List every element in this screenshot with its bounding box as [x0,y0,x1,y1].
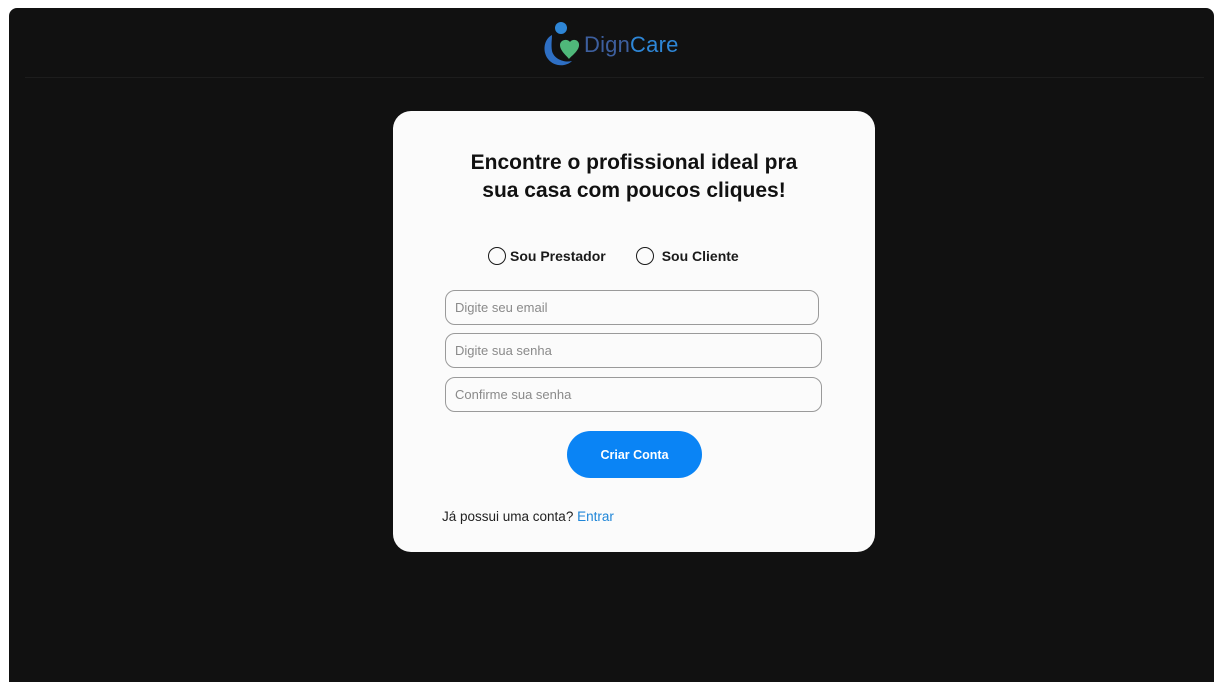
login-prompt-line: Já possui uma conta? Entrar [442,509,614,524]
role-label-cliente: Sou Cliente [661,248,739,264]
confirm-password-input[interactable] [445,377,822,412]
create-account-button[interactable]: Criar Conta [567,431,702,478]
header-divider [25,77,1204,78]
radio-prestador[interactable] [488,247,506,265]
radio-cliente[interactable] [635,247,654,265]
login-link[interactable]: Entrar [577,509,614,524]
dignCare-logo-icon [544,22,580,66]
top-header: Dign Care [9,8,1214,78]
signup-card: Encontre o profissional ideal pra sua ca… [393,111,875,552]
brand-logo-link[interactable]: Dign Care [540,20,679,70]
role-label-prestador: Sou Prestador [510,248,606,264]
login-prompt-text: Já possui uma conta? [442,509,574,524]
brand-name-part2: Care [630,32,679,57]
app-window: Dign Care Encontre o profissional ideal p… [9,8,1214,682]
email-input[interactable] [445,290,819,325]
role-radio-group: Sou Prestador Sou Cliente [488,247,769,265]
brand-name: Dign Care [584,32,679,58]
password-input[interactable] [445,333,822,368]
role-option-prestador[interactable]: Sou Prestador [488,247,606,265]
brand-name-part1: Dign [584,32,631,57]
page-title: Encontre o profissional ideal pra sua ca… [470,151,798,202]
role-option-cliente[interactable]: Sou Cliente [635,247,739,265]
